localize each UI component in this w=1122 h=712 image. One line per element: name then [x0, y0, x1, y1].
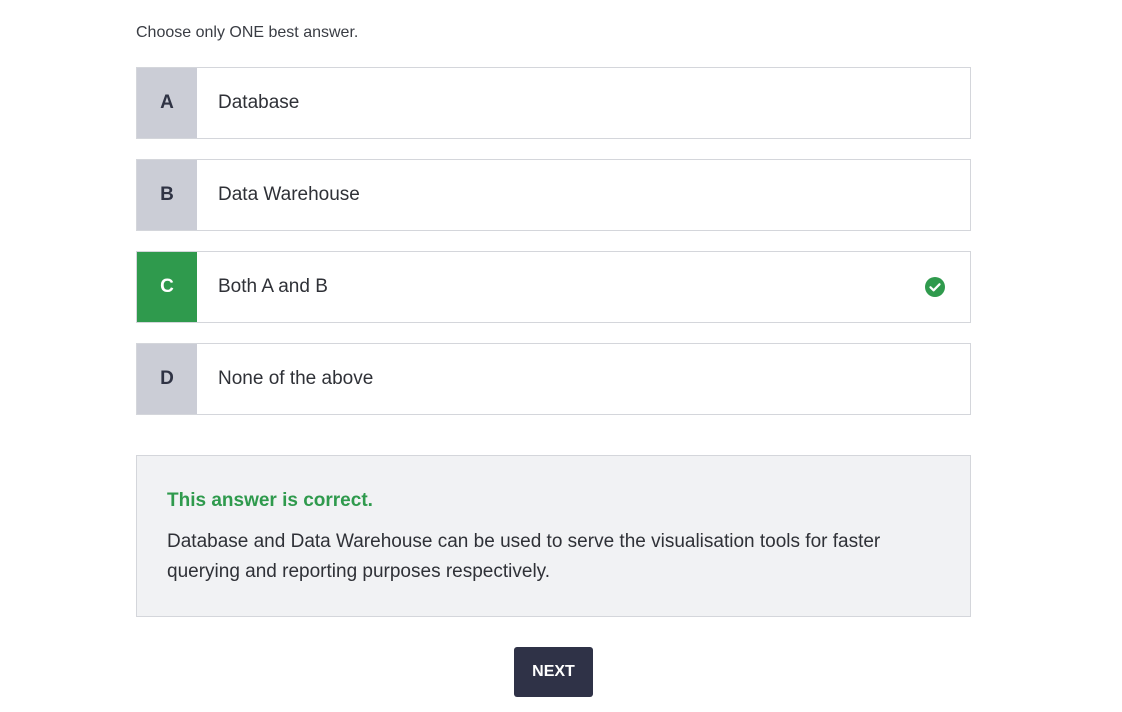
option-c[interactable]: C Both A and B: [136, 251, 971, 323]
feedback-body: Database and Data Warehouse can be used …: [167, 531, 881, 582]
instruction-text: Choose only ONE best answer.: [136, 24, 359, 41]
feedback-panel: This answer is correct. Database and Dat…: [136, 455, 971, 617]
next-button[interactable]: NEXT: [514, 647, 593, 697]
feedback-title: This answer is correct.: [167, 490, 373, 511]
option-d[interactable]: D None of the above: [136, 343, 971, 415]
option-letter: B: [137, 160, 197, 230]
option-b[interactable]: B Data Warehouse: [136, 159, 971, 231]
option-letter: C: [137, 252, 197, 322]
option-text: Data Warehouse: [218, 184, 360, 205]
check-circle-icon: [925, 277, 945, 297]
option-letter: D: [137, 344, 197, 414]
option-text: None of the above: [218, 368, 374, 389]
option-text: Database: [218, 92, 300, 113]
option-letter: A: [137, 68, 197, 138]
option-a[interactable]: A Database: [136, 67, 971, 139]
option-text: Both A and B: [218, 276, 328, 297]
